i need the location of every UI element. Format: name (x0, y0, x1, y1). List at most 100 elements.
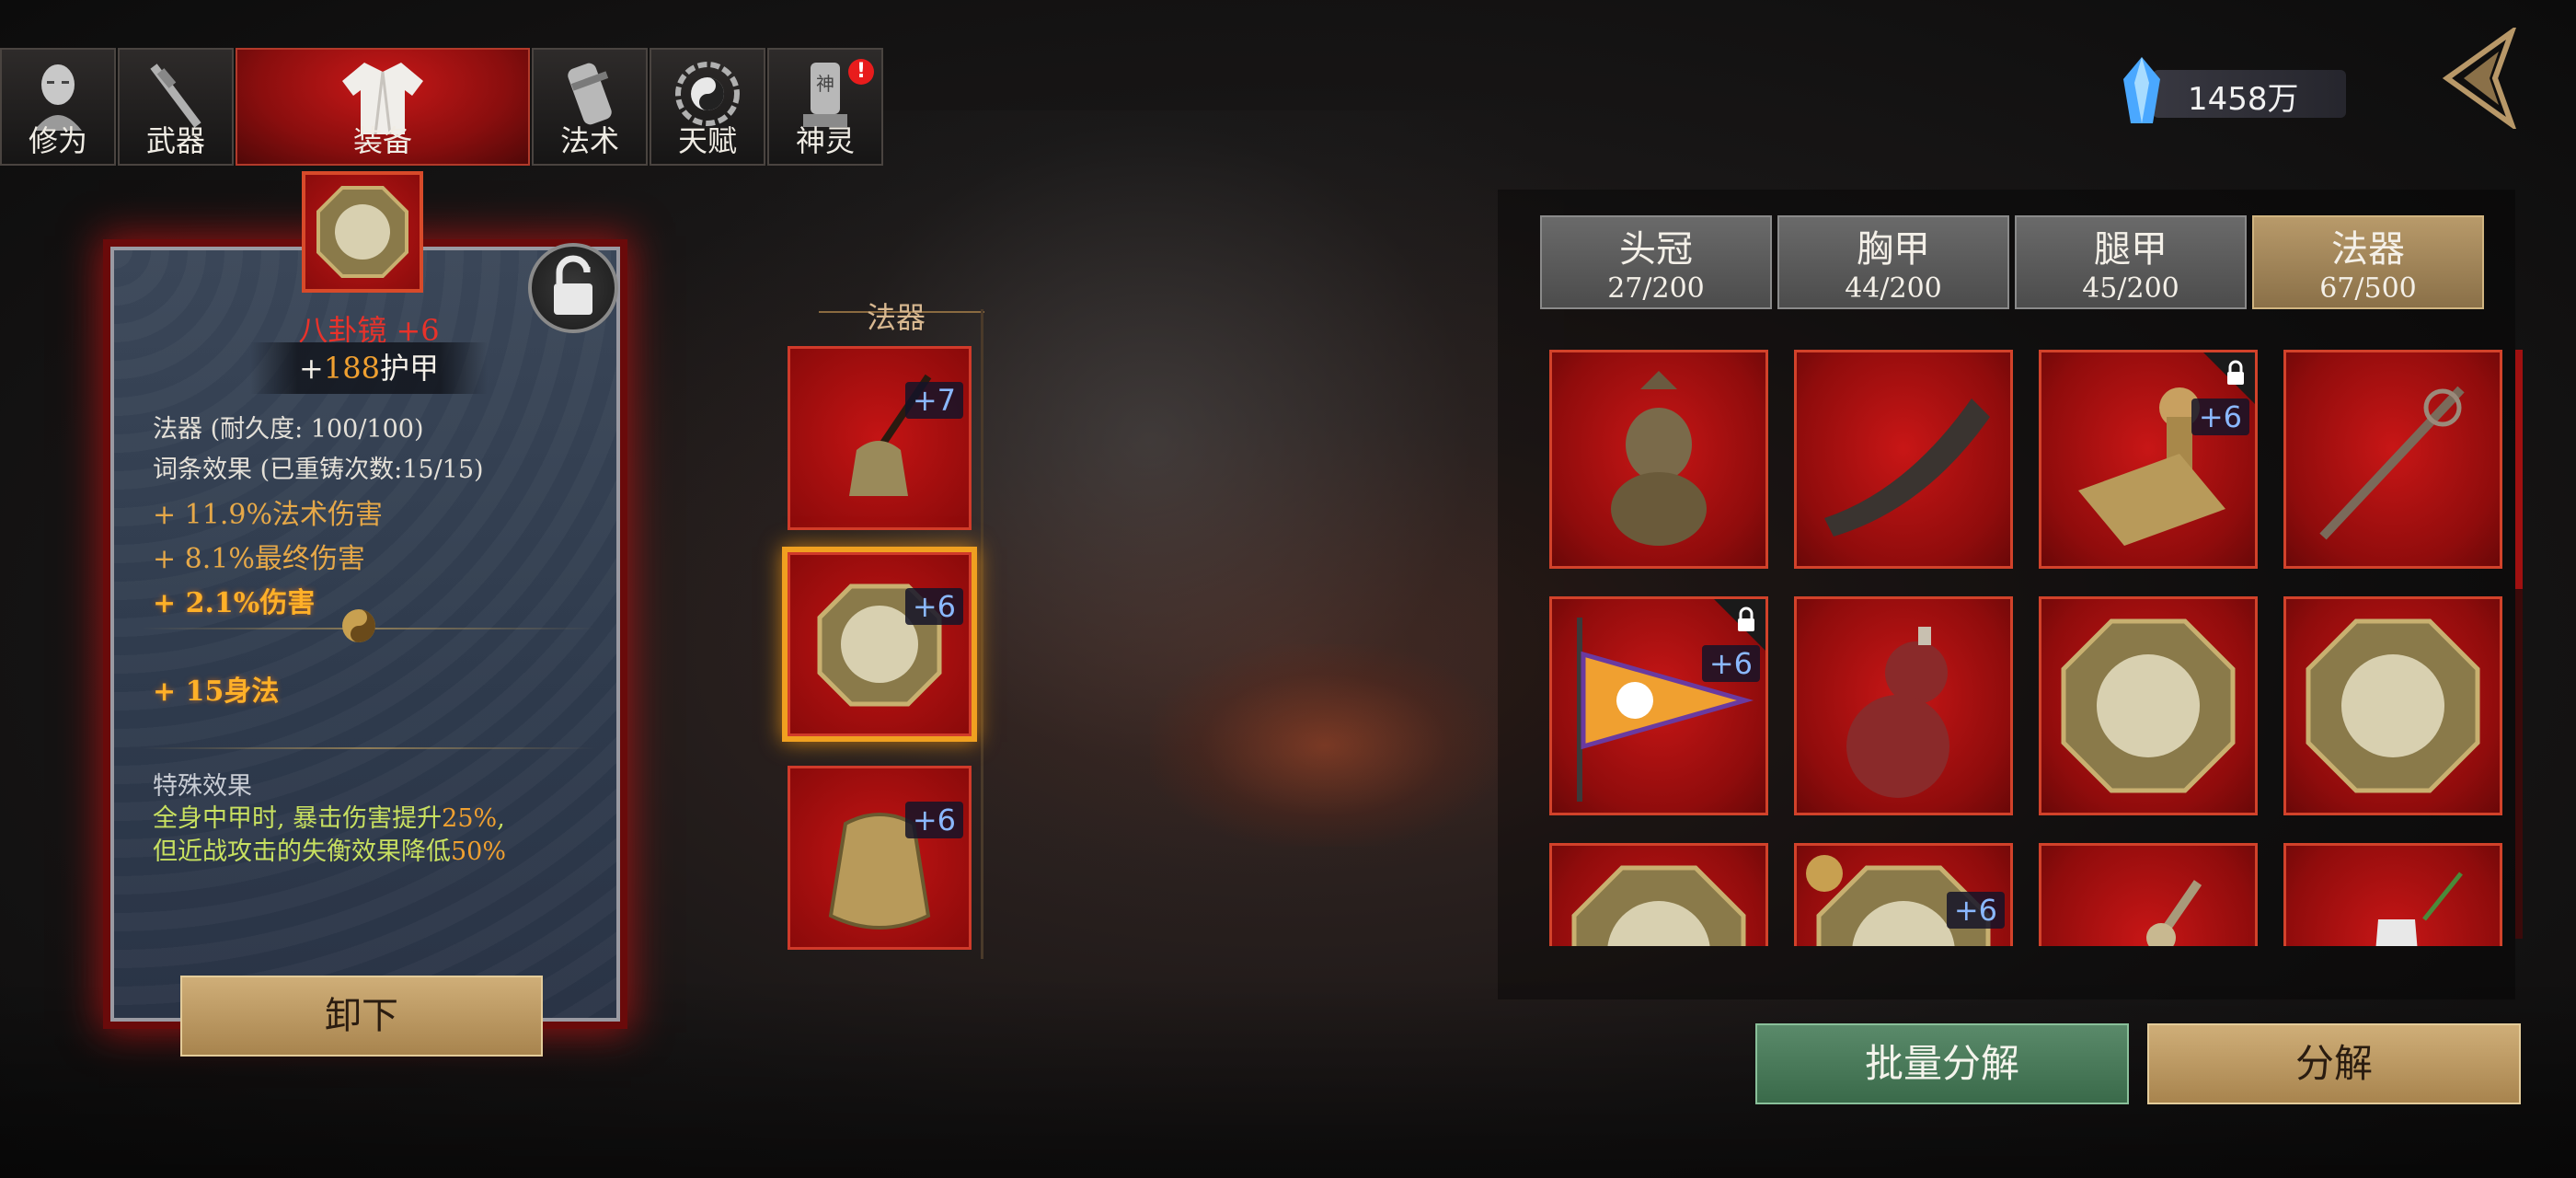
category-tab-legs[interactable]: 腿甲 45/200 (2015, 215, 2247, 309)
equipped-slot-3[interactable]: +6 (788, 766, 972, 950)
affix-line: 词条效果 (已重铸次数:15/15) (153, 456, 484, 484)
selected-item-icon (302, 171, 423, 293)
equipped-slot-2[interactable]: +6 (788, 552, 972, 736)
inventory-scrollbar[interactable] (2515, 350, 2523, 939)
tab-spells[interactable]: 法术 (532, 48, 648, 166)
back-arrow-icon[interactable] (2438, 28, 2521, 129)
tab-weapon[interactable]: 武器 (118, 48, 234, 166)
bagua-mirror-icon (2061, 618, 2236, 793)
category-name: 胸甲 (1857, 228, 1930, 271)
stat-damage: + 2.1%伤害 (153, 587, 316, 619)
tab-label: 神灵 (795, 123, 855, 158)
special-text-part: , (497, 804, 505, 833)
ornate-staff-icon (2319, 386, 2465, 540)
scrollbar-thumb[interactable] (2515, 350, 2523, 589)
slot-column-header: 法器 (819, 293, 984, 335)
armor-value: 188 (323, 351, 380, 386)
enhance-level: +6 (1946, 892, 2005, 929)
inventory-item[interactable] (2283, 843, 2502, 946)
category-name: 腿甲 (2094, 228, 2168, 271)
crystal-icon (2123, 57, 2160, 123)
enhance-level: +7 (904, 382, 963, 419)
item-detail-panel: 八卦镜 +6 +188护甲 法器 (耐久度: 100/100) 词条效果 (已重… (110, 247, 620, 1022)
shrine-glyph: 神 (816, 73, 834, 95)
category-tab-chest[interactable]: 胸甲 44/200 (1777, 215, 2009, 309)
currency-display: 1458万 (2116, 57, 2352, 123)
tab-talent[interactable]: 天赋 (650, 48, 765, 166)
inventory-grid: +6 +6 +6 (1549, 350, 2510, 946)
golden-pouch-icon (828, 813, 931, 930)
inventory-item[interactable] (1794, 350, 2013, 569)
vase-bamboo-icon (2375, 872, 2463, 946)
special-text-part: 全身中甲时, 暴击伤害提升 (153, 804, 443, 833)
horn-icon (1824, 398, 1990, 537)
special-highlight: 50% (451, 837, 507, 866)
vajra-icon (2146, 880, 2202, 946)
inventory-item[interactable] (2283, 350, 2502, 569)
batch-decompose-button[interactable]: 批量分解 (1755, 1023, 2129, 1104)
item-type-line: 法器 (耐久度: 100/100) (153, 415, 424, 444)
equipped-slot-1[interactable]: +7 (788, 346, 972, 530)
bronze-censer-icon (1611, 371, 1707, 546)
armor-prefix: + (299, 351, 324, 386)
special-effect-title: 特殊效果 (153, 772, 252, 801)
tab-cultivation[interactable]: 修为 (0, 48, 116, 166)
inventory-item[interactable] (1549, 843, 1768, 946)
unlock-icon (554, 255, 592, 315)
category-tab-helmet[interactable]: 头冠 27/200 (1540, 215, 1772, 309)
inventory-item[interactable] (2039, 843, 2258, 946)
enhance-level: +6 (904, 588, 963, 625)
armor-suffix: 护甲 (379, 351, 439, 386)
slot-column-line (981, 309, 983, 959)
stat-final-damage: + 8.1%最终伤害 (153, 543, 365, 575)
stat-spell-damage: + 11.9%法术伤害 (153, 499, 383, 531)
inventory-item[interactable] (2283, 596, 2502, 815)
tab-label: 装备 (352, 123, 412, 158)
gourd-icon (1846, 627, 1949, 798)
tab-deity[interactable]: 神 ! 神灵 (767, 48, 883, 166)
bell-pendant-icon (849, 374, 932, 496)
lock-icon (1738, 606, 1754, 631)
slot-header-label: 法器 (867, 300, 926, 335)
inventory-item[interactable] (2039, 596, 2258, 815)
currency-amount: 1458万 (2188, 81, 2299, 118)
category-count: 67/500 (2319, 272, 2417, 305)
category-tab-artifact[interactable]: 法器 67/500 (2252, 215, 2484, 309)
category-count: 44/200 (1845, 272, 1942, 305)
inventory-item[interactable] (1794, 596, 2013, 815)
armor-value-line: +188护甲 (250, 342, 488, 394)
inventory-item[interactable] (1549, 350, 1768, 569)
special-text-part: 但近战攻击的失衡效果降低 (153, 837, 451, 866)
inventory-item[interactable]: +6 (1794, 843, 2013, 946)
category-name: 法器 (2331, 228, 2405, 271)
inventory-item[interactable]: +6 (2039, 350, 2258, 569)
tab-equipment[interactable]: 装备 (236, 48, 530, 166)
tab-label: 天赋 (677, 123, 737, 158)
yin-yang-icon (342, 609, 375, 642)
enhance-level: +6 (1701, 645, 1760, 682)
bagua-mirror-icon (2306, 618, 2480, 793)
unequip-button[interactable]: 卸下 (180, 976, 543, 1057)
bagua-mirror-icon (817, 583, 942, 707)
enhance-level: +6 (904, 802, 963, 838)
category-count: 27/200 (1607, 272, 1705, 305)
inventory-item[interactable]: +6 (1549, 596, 1768, 815)
tab-label: 修为 (28, 123, 87, 158)
tab-label: 法术 (559, 123, 619, 158)
main-tab-bar: 修为 武器 装备 法术 天赋 神 ! 神灵 (0, 48, 885, 166)
category-count: 45/200 (2082, 272, 2179, 305)
background-fire-glow (1150, 644, 1500, 847)
stat-agility: + 15身法 (153, 676, 280, 708)
bagua-mirror-icon (1571, 865, 1746, 946)
enhance-level: +6 (2191, 398, 2249, 435)
special-highlight: 25% (442, 804, 498, 833)
alert-badge: ! (848, 59, 874, 85)
decompose-button[interactable]: 分解 (2147, 1023, 2521, 1104)
lock-icon (2227, 360, 2244, 385)
tab-label: 武器 (145, 123, 205, 158)
category-name: 头冠 (1619, 228, 1693, 271)
bagua-mirror-icon (316, 186, 408, 278)
lock-toggle-button[interactable] (528, 243, 618, 333)
divider (142, 747, 596, 749)
special-effect-text: 全身中甲时, 暴击伤害提升25%, 但近战攻击的失衡效果降低50% (153, 803, 585, 869)
